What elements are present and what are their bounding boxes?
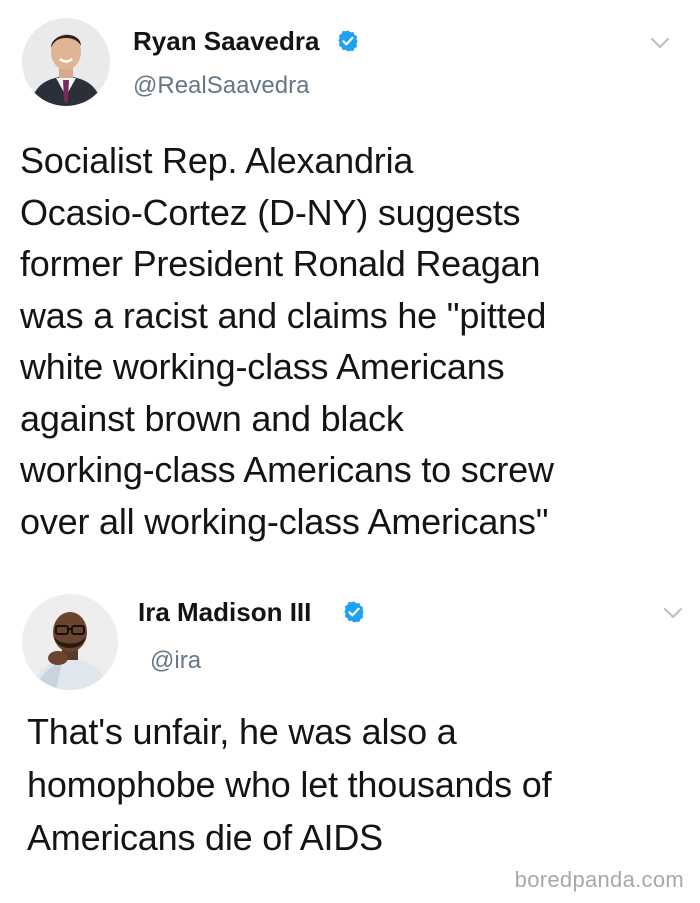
tweet-text: Socialist Rep. Alexandria Ocasio-Cortez … — [20, 140, 554, 542]
verified-badge-icon — [344, 601, 364, 623]
tweet: Ira Madison III @ira That's unfair, he w… — [0, 580, 700, 903]
verified-badge-icon — [338, 30, 358, 52]
author-name[interactable]: Ryan Saavedra — [133, 26, 319, 57]
avatar-image — [22, 594, 118, 690]
author-handle[interactable]: @RealSaavedra — [133, 72, 309, 100]
watermark: boredpanda.com — [514, 867, 684, 892]
tweet-text: That's unfair, he was also a homophobe w… — [27, 711, 552, 858]
avatar[interactable] — [22, 18, 110, 106]
author-handle[interactable]: @ira — [150, 647, 201, 675]
avatar-image — [22, 18, 110, 106]
author-name[interactable]: Ira Madison III — [138, 597, 311, 628]
chevron-down-icon[interactable] — [650, 36, 670, 50]
avatar[interactable] — [22, 594, 118, 690]
tweet: Ryan Saavedra @RealSaavedra Socialist Re… — [0, 0, 700, 580]
chevron-down-icon[interactable] — [663, 606, 683, 620]
